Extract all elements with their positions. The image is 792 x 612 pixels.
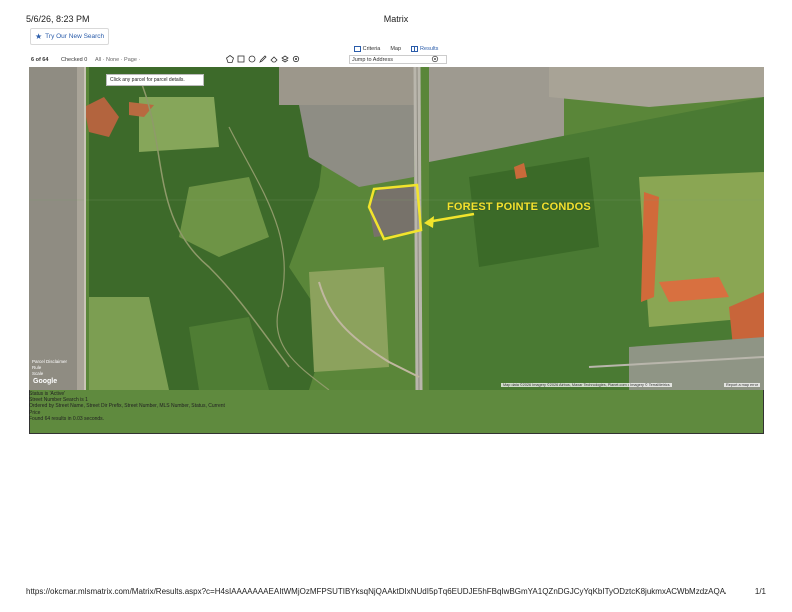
radius-tool-icon[interactable] [248,55,256,63]
satellite-map[interactable] [29,67,764,390]
scale-label: Scale [32,371,44,376]
annotation-label: FOREST POINTE CONDOS [447,201,591,213]
layers-icon[interactable] [281,55,289,63]
polygon-tool-icon[interactable] [226,55,234,63]
map-draw-tools [226,55,300,63]
settings-icon[interactable] [292,55,300,63]
pencil-tool-icon[interactable] [259,55,267,63]
tab-criteria[interactable]: Criteria [353,44,381,54]
eraser-tool-icon[interactable] [270,55,278,63]
result-count: 6 of 64 [31,57,49,63]
grid-icon [411,46,419,52]
criteria-icon [353,46,361,52]
google-logo: Google [33,378,58,385]
print-footer: https://okcmar.mlsmatrix.com/Matrix/Resu… [26,587,766,599]
tab-map[interactable]: Map [29,44,764,434]
tab-criteria-label: Criteria [362,46,381,52]
report-map-error-link[interactable]: Report a map error [724,383,761,387]
results-toolbar: 6 of 64 Checked 0 All · None · Page · Ju… [29,55,764,66]
map-imagery [29,67,764,390]
tab-results-label: Results [420,46,439,52]
print-header: 5/6/26, 8:23 PM Matrix [26,14,766,28]
results-found-line: Found 64 results in 0.03 seconds. [29,415,105,422]
parcel-tooltip: Click any parcel for parcel details. [106,74,204,86]
page-number: 1/1 [754,587,766,596]
checked-count: Checked 0 [61,57,88,63]
try-new-search-label: Try Our New Search [45,33,105,40]
map-attribution: Map data ©2026 Imagery ©2026 Airbus, Max… [501,383,672,387]
search-summary: Status is 'Active' Street Number Search … [29,391,289,422]
rule-label: Rule [32,365,42,370]
try-new-search-button[interactable]: ★ Try Our New Search [30,28,110,45]
parcel-disclaimer-label[interactable]: Parcel Disclaimer [32,359,67,364]
selection-links[interactable]: All · None · Page · [95,57,140,63]
tab-map-label: Map [390,46,402,52]
tab-results[interactable]: Results [411,44,438,54]
rectangle-tool-icon[interactable] [237,55,245,63]
view-tabs: Criteria Map Results [0,44,792,434]
star-icon: ★ [35,32,43,41]
page-url: https://okcmar.mlsmatrix.com/Matrix/Resu… [26,587,726,596]
print-title: Matrix [383,14,409,24]
gear-icon[interactable] [431,55,439,63]
